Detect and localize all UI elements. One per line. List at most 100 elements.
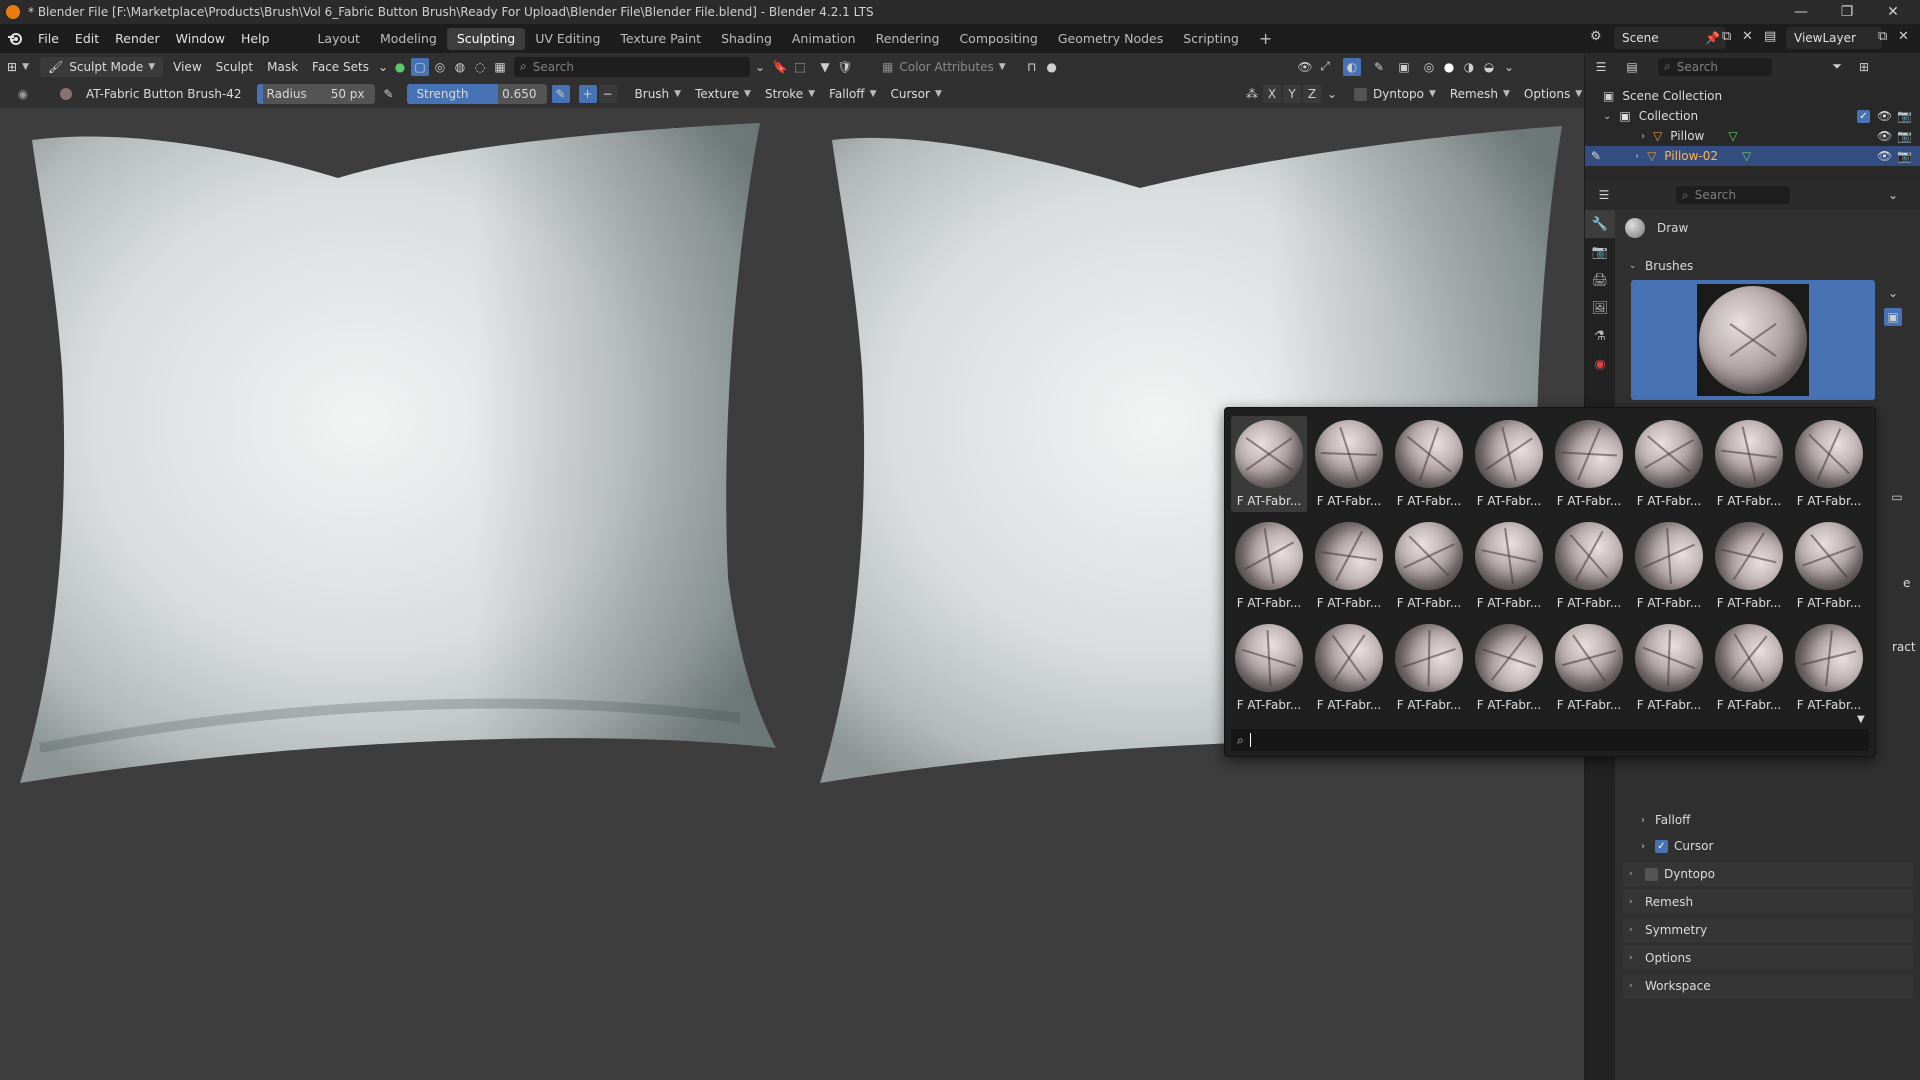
brush-item[interactable]: F AT-Fabr... [1311,620,1387,716]
falloff-subpanel[interactable]: › Falloff [1641,809,1690,831]
world-tab-icon[interactable]: ◉ [1585,350,1615,378]
xray-toggle-icon[interactable]: ▣ [1395,58,1413,76]
brush-item[interactable]: F AT-Fabr... [1231,416,1307,512]
menu-face-sets[interactable]: Face Sets [305,57,376,77]
output-tab-icon[interactable]: 🖨 [1585,266,1615,294]
brush-item[interactable]: F AT-Fabr... [1631,416,1707,512]
new-scene-icon[interactable]: ⧉ [1722,29,1731,44]
brush-folder-icon[interactable]: ▭ [1888,488,1906,506]
radius-slider[interactable]: Radius 50 px [256,84,375,104]
brush-preview-box[interactable] [1631,280,1875,400]
grid-tool-icon[interactable]: ▦ [491,58,509,76]
proportional-icon[interactable]: ● [1043,58,1061,76]
xray-brush-icon[interactable]: ✎ [1370,58,1388,76]
outliner-object-pillow[interactable]: › ▽ Pillow ▽ 👁 📷 [1585,126,1920,146]
brush-item[interactable]: F AT-Fabr... [1700,405,1798,512]
tab-compositing[interactable]: Compositing [949,28,1047,50]
transform-icon[interactable]: ⬚ [791,58,809,76]
overlay-icon[interactable]: ◐ [1343,57,1361,76]
menu-file[interactable]: File [30,24,67,53]
tab-uv-editing[interactable]: UV Editing [525,28,610,50]
strength-pressure-icon[interactable]: ✎ [551,85,570,103]
tab-modeling[interactable]: Modeling [370,28,447,50]
gizmo-icon[interactable]: ⤢ [1316,58,1334,76]
brush-item[interactable]: F AT-Fabr... [1223,510,1315,614]
menu-help[interactable]: Help [233,24,278,53]
tab-scripting[interactable]: Scripting [1173,28,1249,50]
tool-search-field[interactable]: ⌕ Search [514,56,751,77]
brush-item[interactable]: F AT-Fabr... [1381,610,1477,716]
brush-item[interactable]: F AT-Fabr... [1460,507,1558,614]
bookmark-icon[interactable]: 🔖 [771,58,789,76]
color-sphere-icon[interactable]: ● [391,58,409,76]
brush-item[interactable]: F AT-Fabr... [1621,610,1717,716]
dyntopo-panel-checkbox[interactable] [1645,867,1658,881]
brush-dropdown[interactable]: Brush ▼ [628,84,689,104]
color-attributes-dropdown[interactable]: ▦ Color Attributes ▼ [875,57,1013,77]
chevron-down-icon[interactable]: ⌄ [1603,111,1611,122]
line-tool-icon[interactable]: ◍ [451,58,469,76]
brush-item[interactable]: F AT-Fabr... [1711,620,1787,716]
new-collection-icon[interactable]: ⊞ [1855,58,1873,76]
eye-icon[interactable]: 👁 [1877,109,1892,123]
brush-item[interactable]: F AT-Fabr... [1551,518,1627,614]
outliner-collection[interactable]: ⌄ ▣ Collection ✓ 👁 📷 [1585,106,1920,126]
editor-type-button[interactable]: ⊞ ▼ [0,57,40,77]
display-mode-icon[interactable]: ▤ [1623,58,1641,76]
brush-search-field[interactable]: ⌕ [1231,729,1869,751]
minimize-button[interactable]: — [1778,0,1824,24]
polyline-icon[interactable]: ◌ [471,58,489,76]
brush-item[interactable]: F AT-Fabr... [1221,610,1317,716]
stroke-dropdown[interactable]: Stroke ▼ [758,84,822,104]
brush-selector[interactable]: AT-Fabric Button Brush-42 [53,84,249,104]
mirror-x-toggle[interactable]: X [1263,85,1281,103]
mirror-z-toggle[interactable]: Z [1303,85,1321,103]
dropdown-chevron-icon[interactable]: ⌄ [751,58,769,76]
chevron-right-icon[interactable]: › [1641,131,1645,142]
tab-rendering[interactable]: Rendering [866,28,950,50]
solid-shading-icon[interactable]: ● [1440,58,1458,76]
brush-item[interactable]: F AT-Fabr... [1303,510,1395,614]
brush-list-chevron-icon[interactable]: ⌄ [1884,284,1902,302]
outliner-object-pillow-02[interactable]: ✎ › ▽ Pillow-02 ▽ 👁 📷 [1585,146,1920,166]
brush-item[interactable]: F AT-Fabr... [1389,516,1469,614]
toolbar-expand-arrow[interactable]: › [2,108,6,109]
dyntopo-checkbox[interactable] [1354,87,1367,101]
brush-item[interactable]: F AT-Fabr... [1545,614,1633,716]
camera-icon[interactable]: 📷 [1897,109,1912,123]
cursor-subpanel[interactable]: › ✓ Cursor [1641,835,1713,857]
snap-icon[interactable]: ⊓ [1023,58,1041,76]
collection-exclude-checkbox[interactable]: ✓ [1857,109,1870,123]
render-tab-icon[interactable]: 📷 [1585,238,1615,266]
brush-item[interactable]: F AT-Fabr... [1704,511,1794,614]
filter-icon[interactable]: ▼ [816,58,834,76]
menu-view[interactable]: View [166,57,208,77]
add-direction-icon[interactable]: + [578,85,597,103]
blender-logo-icon[interactable] [0,24,30,53]
add-workspace-button[interactable]: + [1249,28,1282,50]
falloff-dropdown[interactable]: Falloff ▼ [822,84,883,104]
tab-animation[interactable]: Animation [782,28,866,50]
chevron-down-icon[interactable]: ⌄ [1884,186,1902,204]
box-select-icon[interactable]: ▢ [411,57,430,76]
view-layer-tab-icon[interactable]: 🖼 [1585,294,1615,322]
radius-pressure-icon[interactable]: ✎ [380,85,398,103]
scene-tab-icon[interactable]: ⚗ [1585,322,1615,350]
brush-item[interactable]: F AT-Fabr... [1386,411,1472,512]
properties-editor-type-icon[interactable]: ☰ [1595,186,1613,204]
workspace-panel-header[interactable]: › Workspace [1623,974,1913,998]
outliner-editor-type-icon[interactable]: ☰ [1592,58,1610,76]
outliner-scene-collection[interactable]: ▣ Scene Collection [1585,86,1920,106]
eye-icon[interactable]: 👁 [1877,129,1892,143]
menu-sculpt[interactable]: Sculpt [209,57,260,77]
scene-name-field[interactable]: Scene 📌 [1614,27,1726,49]
view-layer-icon[interactable]: ▤ [1764,29,1776,44]
options-dropdown[interactable]: Options ▼ [1517,84,1589,104]
dyntopo-dropdown[interactable]: Dyntopo ▼ [1373,84,1443,104]
lasso-icon[interactable]: ◎ [431,58,449,76]
tab-geometry-nodes[interactable]: Geometry Nodes [1048,28,1173,50]
properties-search-field[interactable]: ⌕ Search [1676,186,1790,204]
tab-texture-paint[interactable]: Texture Paint [610,28,711,50]
symmetry-icon[interactable]: ⁂ [1243,85,1261,103]
options-panel-header[interactable]: › Options [1623,946,1913,970]
